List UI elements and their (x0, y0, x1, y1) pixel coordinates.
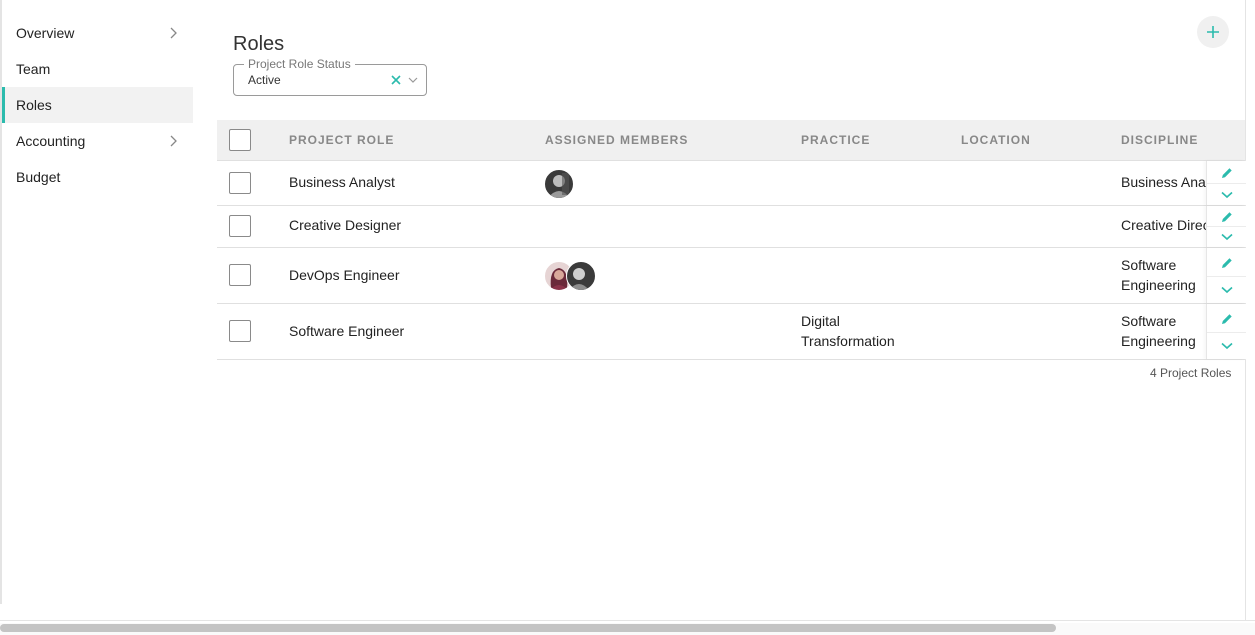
close-icon[interactable] (390, 74, 402, 86)
edit-role-button[interactable] (1207, 207, 1246, 226)
column-header-discipline[interactable]: DISCIPLINE (1121, 120, 1198, 160)
expand-row-button[interactable] (1207, 277, 1246, 303)
footer-divider (0, 620, 1255, 621)
discipline-line: Software (1121, 313, 1177, 329)
sidebar-item-roles[interactable]: Roles (2, 87, 193, 123)
chevron-right-icon (165, 123, 181, 159)
practice-line: Transformation (801, 333, 895, 349)
practice-value: Digital Transformation (801, 311, 895, 351)
sidebar-item-label: Overview (16, 25, 75, 41)
row-actions (1206, 304, 1246, 359)
sidebar-item-team[interactable]: Team (2, 51, 193, 87)
role-count: 4 Project Roles (1150, 366, 1232, 380)
row-actions (1206, 206, 1246, 247)
edit-role-button[interactable] (1207, 251, 1246, 275)
sidebar-item-overview[interactable]: Overview (2, 15, 193, 51)
status-field-label: Project Role Status (244, 57, 355, 71)
avatar[interactable] (544, 169, 574, 199)
sidebar-item-accounting[interactable]: Accounting (2, 123, 193, 159)
pencil-icon (1221, 168, 1232, 178)
add-role-button[interactable] (1197, 16, 1229, 48)
role-name: Software Engineer (289, 323, 405, 339)
project-role-status-select[interactable]: Project Role Status Active (233, 57, 427, 96)
table-row[interactable]: DevOps Engineer Software Engineering (217, 248, 1246, 304)
row-actions (1206, 161, 1246, 205)
pencil-icon (1221, 314, 1232, 324)
practice-line: Digital (801, 313, 840, 329)
discipline-line: Software (1121, 257, 1177, 273)
table-header: PROJECT ROLE ASSIGNED MEMBERS PRACTICE L… (217, 120, 1245, 161)
edit-role-button[interactable] (1207, 163, 1246, 183)
select-all-checkbox[interactable] (229, 129, 251, 151)
discipline-value: Software Engineering (1121, 311, 1196, 351)
horizontal-scrollbar-thumb[interactable] (0, 624, 1056, 632)
row-checkbox[interactable] (229, 264, 251, 286)
chevron-down-icon (1220, 191, 1233, 199)
column-header-practice[interactable]: PRACTICE (801, 120, 870, 160)
expand-row-button[interactable] (1207, 185, 1246, 205)
expand-row-button[interactable] (1207, 227, 1246, 247)
table-row[interactable]: Business Analyst Business Analyst (217, 161, 1246, 206)
chevron-down-icon[interactable] (408, 75, 418, 85)
sidebar-item-budget[interactable]: Budget (2, 159, 193, 195)
table-row[interactable]: Creative Designer Creative Director (217, 206, 1246, 248)
role-name: DevOps Engineer (289, 267, 400, 283)
sidebar-item-label: Accounting (16, 133, 86, 149)
role-name: Business Analyst (289, 174, 395, 190)
discipline-value: Software Engineering (1121, 255, 1196, 295)
chevron-down-icon (1220, 342, 1233, 350)
sidebar-item-label: Budget (16, 169, 61, 185)
chevron-down-icon (1220, 233, 1233, 241)
edit-role-button[interactable] (1207, 307, 1246, 331)
pencil-icon (1221, 258, 1232, 268)
discipline-line: Engineering (1121, 333, 1196, 349)
sidebar-item-label: Roles (16, 97, 52, 113)
row-checkbox[interactable] (229, 172, 251, 194)
chevron-down-icon (1220, 286, 1233, 294)
plus-icon (1207, 26, 1219, 38)
column-header-assigned-members[interactable]: ASSIGNED MEMBERS (545, 120, 688, 160)
avatar[interactable] (566, 261, 596, 291)
row-checkbox[interactable] (229, 320, 251, 342)
expand-row-button[interactable] (1207, 333, 1246, 359)
discipline-line: Engineering (1121, 277, 1196, 293)
chevron-right-icon (165, 15, 181, 51)
pencil-icon (1221, 211, 1232, 222)
discipline-value: Business Analyst (1121, 174, 1206, 190)
row-checkbox[interactable] (229, 215, 251, 237)
sidebar: Overview Team Roles Accounting Budget (2, 15, 193, 195)
discipline-value: Creative Director (1121, 217, 1206, 233)
status-field-value: Active (248, 73, 281, 87)
column-header-project-role[interactable]: PROJECT ROLE (289, 120, 394, 160)
row-actions (1206, 248, 1246, 303)
actions-divider (1207, 183, 1246, 184)
page-title: Roles (233, 33, 285, 56)
role-name: Creative Designer (289, 217, 402, 233)
roles-table: PROJECT ROLE ASSIGNED MEMBERS PRACTICE L… (217, 120, 1246, 360)
sidebar-item-label: Team (16, 61, 51, 77)
table-row[interactable]: Software Engineer Digital Transformation… (217, 304, 1246, 360)
column-header-location[interactable]: LOCATION (961, 120, 1031, 160)
